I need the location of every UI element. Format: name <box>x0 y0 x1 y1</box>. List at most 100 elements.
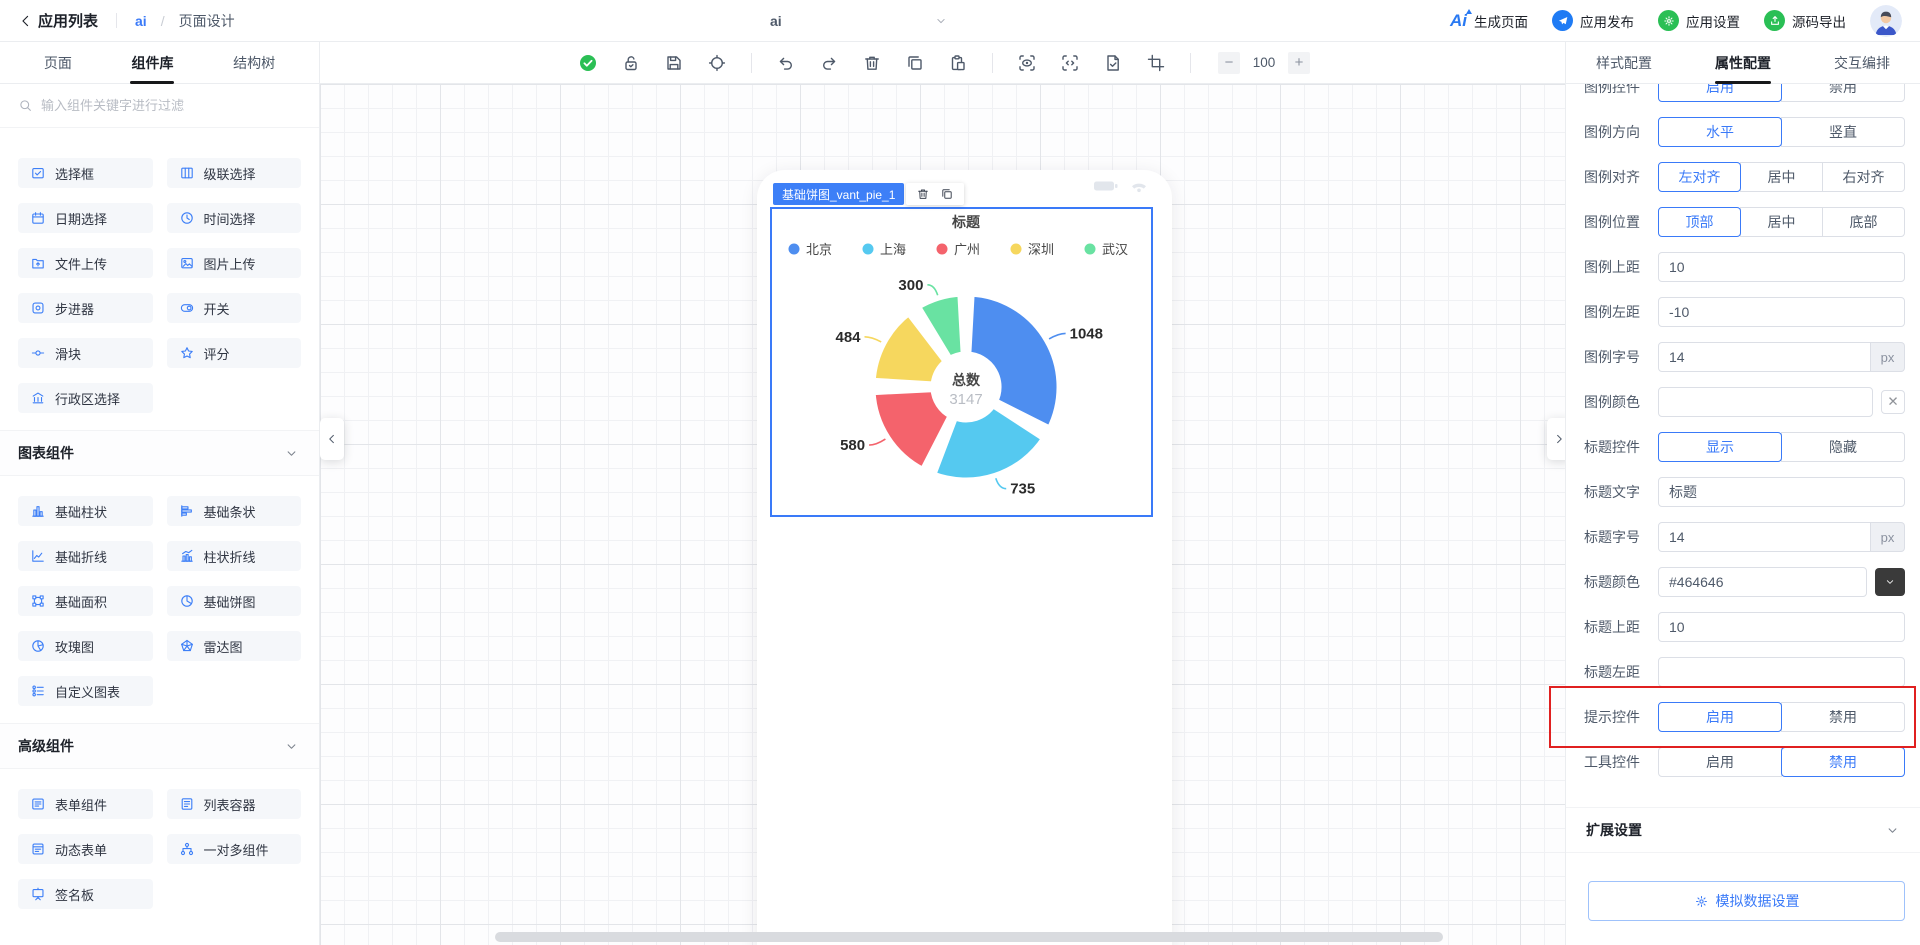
sidebar-tab-1[interactable]: 组件库 <box>131 42 173 84</box>
sidebar-tab-2[interactable]: 结构树 <box>233 42 275 84</box>
search-input[interactable] <box>41 98 301 113</box>
clear-color-button[interactable]: ✕ <box>1881 390 1905 414</box>
collapse-right-button[interactable] <box>1547 418 1565 460</box>
duplicate-component-button[interactable] <box>937 184 957 204</box>
component-item-signature[interactable]: 签名板 <box>18 879 153 909</box>
sidebar-tab-0[interactable]: 页面 <box>44 42 72 84</box>
duplicate-icon <box>908 55 922 70</box>
section-header-1[interactable]: 图表组件 <box>0 430 319 476</box>
component-item-star[interactable]: 评分 <box>166 338 301 368</box>
delete-component-button[interactable] <box>913 184 933 204</box>
component-item-rose-chart[interactable]: 玫瑰图 <box>18 631 153 661</box>
component-item-select-box[interactable]: 选择框 <box>18 158 153 188</box>
segment-option-1[interactable]: 竖直 <box>1781 117 1905 147</box>
component-item-form[interactable]: 表单组件 <box>18 789 153 819</box>
collapse-left-button[interactable] <box>320 418 344 460</box>
pie-slice-北京[interactable] <box>964 289 1064 433</box>
pie-chart-component[interactable]: 标题 北京 上海 广州 深圳 武汉 1048 735 580 484 300 总数 3147 <box>770 207 1153 517</box>
component-item-one-to-many[interactable]: 一对多组件 <box>166 834 301 864</box>
component-item-district[interactable]: 行政区选择 <box>18 383 153 413</box>
action-generate[interactable]: Ai 生成页面 <box>1450 9 1528 31</box>
component-item-file-upload[interactable]: 文件上传 <box>18 248 153 278</box>
breadcrumb-app[interactable]: ai <box>135 13 147 29</box>
toolbar-duplicate-button[interactable] <box>902 50 928 76</box>
zoom-out-button[interactable]: − <box>1218 51 1240 74</box>
property-input[interactable] <box>1658 387 1873 417</box>
component-item-list-container[interactable]: 列表容器 <box>166 789 301 819</box>
component-item-bar-chart[interactable]: 基础柱状 <box>18 496 153 526</box>
action-publish[interactable]: 应用发布 <box>1552 10 1634 31</box>
toolbar-redo-button[interactable] <box>816 50 842 76</box>
toolbar-artboard-button[interactable] <box>1143 50 1169 76</box>
toolbar-status-check-button[interactable] <box>575 50 601 76</box>
segment-option-0[interactable]: 启用 <box>1658 747 1782 777</box>
action-settings[interactable]: 应用设置 <box>1658 10 1740 31</box>
canvas-body[interactable]: 基础饼图_vant_pie_1 标题 北京 上海 广州 深圳 武汉 1048 735 580 48… <box>320 84 1565 945</box>
segment-option-1[interactable]: 隐藏 <box>1781 432 1905 462</box>
component-item-cascade[interactable]: 级联选择 <box>166 158 301 188</box>
property-input[interactable] <box>1658 567 1867 597</box>
segment-option-2[interactable]: 底部 <box>1822 207 1905 237</box>
property-input[interactable] <box>1658 297 1905 327</box>
horizontal-scrollbar[interactable] <box>495 932 1443 942</box>
property-input[interactable] <box>1658 342 1871 372</box>
segment-option-0[interactable]: 启用 <box>1658 702 1782 732</box>
segment-option-0[interactable]: 左对齐 <box>1658 162 1741 192</box>
segment-option-0[interactable]: 显示 <box>1658 432 1782 462</box>
segment-option-1[interactable]: 居中 <box>1740 162 1823 192</box>
segment-option-0[interactable]: 水平 <box>1658 117 1782 147</box>
property-input[interactable] <box>1658 522 1871 552</box>
toolbar-delete-button[interactable] <box>859 50 885 76</box>
component-grid: 选择框 级联选择 日期选择 时间选择 文件上传 图片上传 步进器 开关 滑块 评分 行政区选择 <box>0 158 319 413</box>
color-swatch-button[interactable] <box>1875 568 1905 596</box>
component-item-clock[interactable]: 时间选择 <box>166 203 301 233</box>
section-header-2[interactable]: 高级组件 <box>0 723 319 769</box>
property-input[interactable] <box>1658 657 1905 687</box>
component-item-radar-chart[interactable]: 雷达图 <box>166 631 301 661</box>
toolbar-doc-check-button[interactable] <box>1100 50 1126 76</box>
toolbar-paste-button[interactable] <box>945 50 971 76</box>
toolbar-focus-target-button[interactable] <box>704 50 730 76</box>
legend-dot <box>788 243 800 255</box>
mock-data-settings-button[interactable]: 模拟数据设置 <box>1588 881 1905 921</box>
component-badge[interactable]: 基础饼图_vant_pie_1 <box>773 183 905 205</box>
component-item-pie-chart[interactable]: 基础饼图 <box>166 586 301 616</box>
toolbar-preview-button[interactable] <box>1014 50 1040 76</box>
page-select-dropdown[interactable]: ai <box>758 0 960 42</box>
property-input[interactable] <box>1658 612 1905 642</box>
segment-option-1[interactable]: 居中 <box>1740 207 1823 237</box>
component-item-hbar-chart[interactable]: 基础条状 <box>166 496 301 526</box>
segment-option-0[interactable]: 顶部 <box>1658 207 1741 237</box>
component-item-area-chart[interactable]: 基础面积 <box>18 586 153 616</box>
component-item-slider[interactable]: 滑块 <box>18 338 153 368</box>
user-avatar[interactable] <box>1870 4 1902 37</box>
action-export[interactable]: 源码导出 <box>1764 10 1846 31</box>
zoom-in-button[interactable]: + <box>1288 51 1310 74</box>
input-group <box>1658 567 1867 597</box>
segment-option-1[interactable]: 禁用 <box>1781 747 1905 777</box>
component-item-calendar[interactable]: 日期选择 <box>18 203 153 233</box>
component-item-label: 柱状折线 <box>203 549 256 565</box>
component-item-image-upload[interactable]: 图片上传 <box>166 248 301 278</box>
component-item-custom-chart[interactable]: 自定义图表 <box>18 676 153 706</box>
component-item-line-chart[interactable]: 基础折线 <box>18 541 153 571</box>
component-item-stepper[interactable]: 步进器 <box>18 293 153 323</box>
toolbar-view-code-button[interactable] <box>1057 50 1083 76</box>
segment-option-2[interactable]: 右对齐 <box>1822 162 1905 192</box>
component-item-dynamic-form[interactable]: 动态表单 <box>18 834 153 864</box>
toolbar-unlock-button[interactable] <box>618 50 644 76</box>
inspector-tab-1[interactable]: 属性配置 <box>1715 42 1771 84</box>
toolbar-save-button[interactable] <box>661 50 687 76</box>
toolbar-undo-button[interactable] <box>773 50 799 76</box>
component-list: 选择框 级联选择 日期选择 时间选择 文件上传 图片上传 步进器 开关 滑块 评分 行政区选择图表组… <box>0 128 319 945</box>
inspector-tab-0[interactable]: 样式配置 <box>1596 42 1652 84</box>
image-upload-icon <box>180 258 193 269</box>
segment-option-1[interactable]: 禁用 <box>1781 702 1905 732</box>
component-item-switch[interactable]: 开关 <box>166 293 301 323</box>
component-item-combo-chart[interactable]: 柱状折线 <box>166 541 301 571</box>
property-input[interactable] <box>1658 477 1905 507</box>
extension-section-header[interactable]: 扩展设置 <box>1566 807 1920 853</box>
back-button[interactable]: 应用列表 <box>18 10 98 31</box>
property-input[interactable] <box>1658 252 1905 282</box>
inspector-tab-2[interactable]: 交互编排 <box>1834 42 1890 84</box>
